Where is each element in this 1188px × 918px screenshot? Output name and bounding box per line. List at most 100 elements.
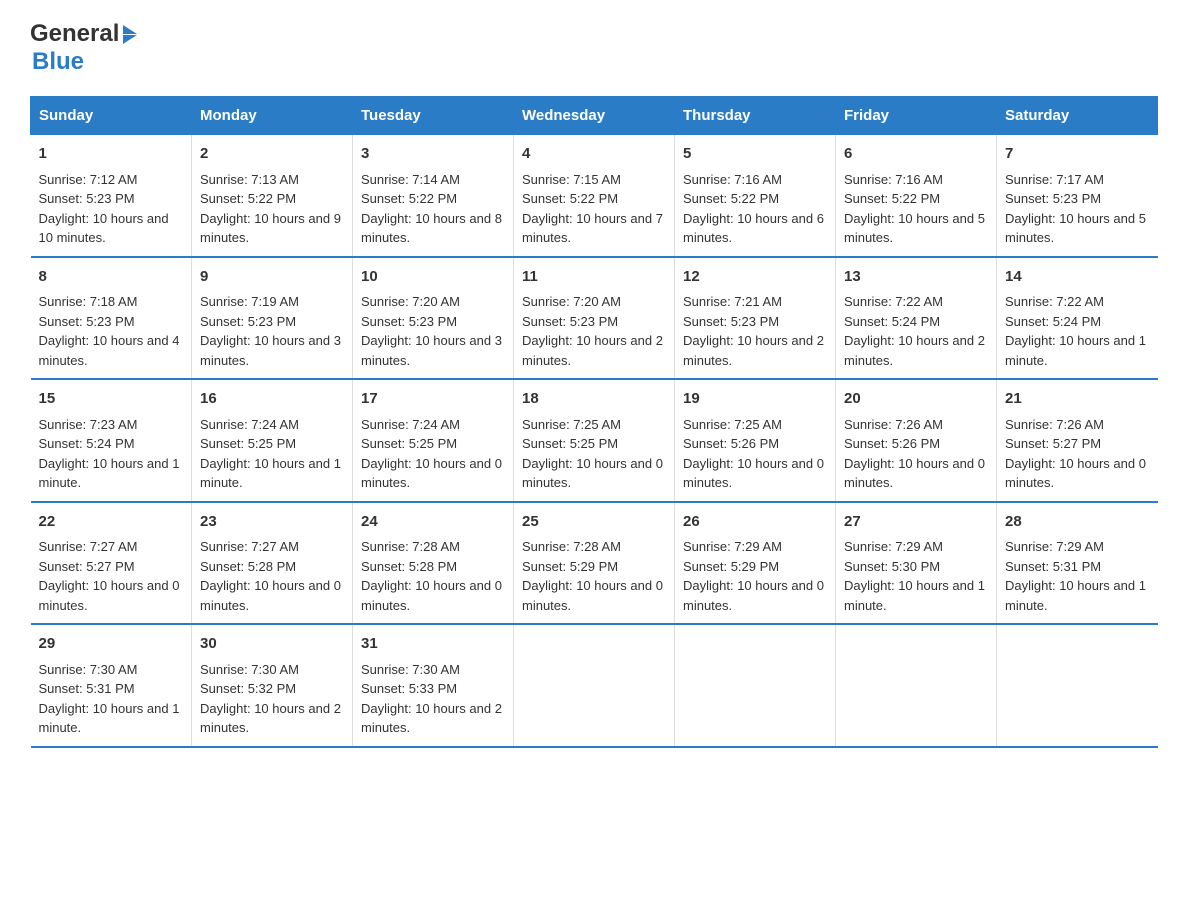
day-number: 1 xyxy=(39,143,184,166)
calendar-cell: 11 Sunrise: 7:20 AM Sunset: 5:23 PM Dayl… xyxy=(514,257,675,380)
sunrise: Sunrise: 7:15 AM xyxy=(522,170,666,190)
calendar-cell: 6 Sunrise: 7:16 AM Sunset: 5:22 PM Dayli… xyxy=(836,135,997,257)
daylight: Daylight: 10 hours and 0 minutes. xyxy=(1005,454,1150,493)
day-info: Sunrise: 7:20 AM Sunset: 5:23 PM Dayligh… xyxy=(522,292,666,370)
sunrise: Sunrise: 7:25 AM xyxy=(522,415,666,435)
sunset: Sunset: 5:29 PM xyxy=(522,557,666,577)
day-number: 28 xyxy=(1005,511,1150,534)
day-info: Sunrise: 7:12 AM Sunset: 5:23 PM Dayligh… xyxy=(39,170,184,248)
sunrise: Sunrise: 7:30 AM xyxy=(39,660,184,680)
calendar-cell: 24 Sunrise: 7:28 AM Sunset: 5:28 PM Dayl… xyxy=(353,502,514,625)
calendar-cell: 2 Sunrise: 7:13 AM Sunset: 5:22 PM Dayli… xyxy=(192,135,353,257)
sunset: Sunset: 5:24 PM xyxy=(39,434,184,454)
sunrise: Sunrise: 7:22 AM xyxy=(1005,292,1150,312)
daylight: Daylight: 10 hours and 0 minutes. xyxy=(522,576,666,615)
sunrise: Sunrise: 7:13 AM xyxy=(200,170,344,190)
sunrise: Sunrise: 7:26 AM xyxy=(1005,415,1150,435)
calendar-header-thursday: Thursday xyxy=(675,97,836,135)
sunrise: Sunrise: 7:16 AM xyxy=(844,170,988,190)
sunset: Sunset: 5:28 PM xyxy=(361,557,505,577)
page-header: General Blue xyxy=(30,20,1158,76)
daylight: Daylight: 10 hours and 8 minutes. xyxy=(361,209,505,248)
daylight: Daylight: 10 hours and 7 minutes. xyxy=(522,209,666,248)
day-info: Sunrise: 7:13 AM Sunset: 5:22 PM Dayligh… xyxy=(200,170,344,248)
day-info: Sunrise: 7:19 AM Sunset: 5:23 PM Dayligh… xyxy=(200,292,344,370)
sunset: Sunset: 5:29 PM xyxy=(683,557,827,577)
sunset: Sunset: 5:25 PM xyxy=(522,434,666,454)
calendar-cell xyxy=(997,624,1158,747)
day-info: Sunrise: 7:18 AM Sunset: 5:23 PM Dayligh… xyxy=(39,292,184,370)
calendar-cell: 4 Sunrise: 7:15 AM Sunset: 5:22 PM Dayli… xyxy=(514,135,675,257)
daylight: Daylight: 10 hours and 2 minutes. xyxy=(522,331,666,370)
day-number: 11 xyxy=(522,266,666,289)
day-number: 27 xyxy=(844,511,988,534)
daylight: Daylight: 10 hours and 1 minute. xyxy=(39,699,184,738)
day-number: 12 xyxy=(683,266,827,289)
sunset: Sunset: 5:23 PM xyxy=(39,312,184,332)
sunset: Sunset: 5:23 PM xyxy=(39,189,184,209)
day-info: Sunrise: 7:30 AM Sunset: 5:31 PM Dayligh… xyxy=(39,660,184,738)
calendar-week-3: 15 Sunrise: 7:23 AM Sunset: 5:24 PM Dayl… xyxy=(31,379,1158,502)
sunset: Sunset: 5:24 PM xyxy=(1005,312,1150,332)
day-info: Sunrise: 7:14 AM Sunset: 5:22 PM Dayligh… xyxy=(361,170,505,248)
calendar-cell: 15 Sunrise: 7:23 AM Sunset: 5:24 PM Dayl… xyxy=(31,379,192,502)
sunrise: Sunrise: 7:28 AM xyxy=(361,537,505,557)
calendar-cell: 16 Sunrise: 7:24 AM Sunset: 5:25 PM Dayl… xyxy=(192,379,353,502)
calendar-header-wednesday: Wednesday xyxy=(514,97,675,135)
sunrise: Sunrise: 7:20 AM xyxy=(361,292,505,312)
calendar-cell: 19 Sunrise: 7:25 AM Sunset: 5:26 PM Dayl… xyxy=(675,379,836,502)
calendar-header-friday: Friday xyxy=(836,97,997,135)
sunrise: Sunrise: 7:29 AM xyxy=(844,537,988,557)
day-info: Sunrise: 7:21 AM Sunset: 5:23 PM Dayligh… xyxy=(683,292,827,370)
day-number: 30 xyxy=(200,633,344,656)
daylight: Daylight: 10 hours and 2 minutes. xyxy=(844,331,988,370)
day-info: Sunrise: 7:15 AM Sunset: 5:22 PM Dayligh… xyxy=(522,170,666,248)
daylight: Daylight: 10 hours and 3 minutes. xyxy=(200,331,344,370)
sunset: Sunset: 5:23 PM xyxy=(1005,189,1150,209)
calendar-cell: 23 Sunrise: 7:27 AM Sunset: 5:28 PM Dayl… xyxy=(192,502,353,625)
calendar-cell xyxy=(675,624,836,747)
sunset: Sunset: 5:23 PM xyxy=(200,312,344,332)
calendar-header-monday: Monday xyxy=(192,97,353,135)
sunset: Sunset: 5:23 PM xyxy=(683,312,827,332)
daylight: Daylight: 10 hours and 5 minutes. xyxy=(844,209,988,248)
day-number: 15 xyxy=(39,388,184,411)
day-info: Sunrise: 7:26 AM Sunset: 5:26 PM Dayligh… xyxy=(844,415,988,493)
calendar-cell: 21 Sunrise: 7:26 AM Sunset: 5:27 PM Dayl… xyxy=(997,379,1158,502)
calendar-week-1: 1 Sunrise: 7:12 AM Sunset: 5:23 PM Dayli… xyxy=(31,135,1158,257)
day-number: 19 xyxy=(683,388,827,411)
calendar-table: SundayMondayTuesdayWednesdayThursdayFrid… xyxy=(30,96,1158,748)
daylight: Daylight: 10 hours and 0 minutes. xyxy=(683,454,827,493)
day-number: 18 xyxy=(522,388,666,411)
day-number: 5 xyxy=(683,143,827,166)
sunrise: Sunrise: 7:23 AM xyxy=(39,415,184,435)
calendar-cell: 25 Sunrise: 7:28 AM Sunset: 5:29 PM Dayl… xyxy=(514,502,675,625)
sunrise: Sunrise: 7:24 AM xyxy=(361,415,505,435)
sunset: Sunset: 5:23 PM xyxy=(361,312,505,332)
sunset: Sunset: 5:26 PM xyxy=(844,434,988,454)
calendar-header-saturday: Saturday xyxy=(997,97,1158,135)
day-info: Sunrise: 7:16 AM Sunset: 5:22 PM Dayligh… xyxy=(683,170,827,248)
calendar-cell: 7 Sunrise: 7:17 AM Sunset: 5:23 PM Dayli… xyxy=(997,135,1158,257)
day-info: Sunrise: 7:24 AM Sunset: 5:25 PM Dayligh… xyxy=(361,415,505,493)
calendar-cell: 28 Sunrise: 7:29 AM Sunset: 5:31 PM Dayl… xyxy=(997,502,1158,625)
day-info: Sunrise: 7:17 AM Sunset: 5:23 PM Dayligh… xyxy=(1005,170,1150,248)
day-info: Sunrise: 7:22 AM Sunset: 5:24 PM Dayligh… xyxy=(844,292,988,370)
calendar-cell: 3 Sunrise: 7:14 AM Sunset: 5:22 PM Dayli… xyxy=(353,135,514,257)
sunrise: Sunrise: 7:21 AM xyxy=(683,292,827,312)
day-info: Sunrise: 7:23 AM Sunset: 5:24 PM Dayligh… xyxy=(39,415,184,493)
sunset: Sunset: 5:24 PM xyxy=(844,312,988,332)
sunset: Sunset: 5:22 PM xyxy=(200,189,344,209)
day-number: 7 xyxy=(1005,143,1150,166)
sunset: Sunset: 5:32 PM xyxy=(200,679,344,699)
day-number: 9 xyxy=(200,266,344,289)
daylight: Daylight: 10 hours and 0 minutes. xyxy=(200,576,344,615)
daylight: Daylight: 10 hours and 1 minute. xyxy=(1005,331,1150,370)
sunrise: Sunrise: 7:25 AM xyxy=(683,415,827,435)
sunrise: Sunrise: 7:24 AM xyxy=(200,415,344,435)
calendar-cell: 18 Sunrise: 7:25 AM Sunset: 5:25 PM Dayl… xyxy=(514,379,675,502)
day-info: Sunrise: 7:29 AM Sunset: 5:31 PM Dayligh… xyxy=(1005,537,1150,615)
day-number: 21 xyxy=(1005,388,1150,411)
day-number: 20 xyxy=(844,388,988,411)
daylight: Daylight: 10 hours and 0 minutes. xyxy=(522,454,666,493)
